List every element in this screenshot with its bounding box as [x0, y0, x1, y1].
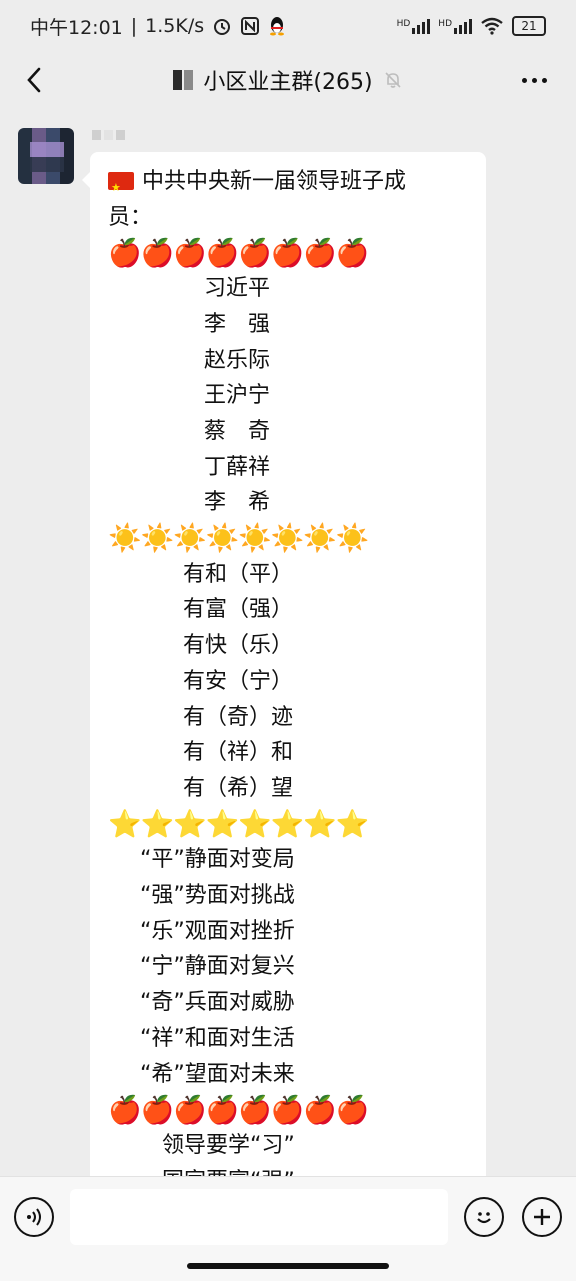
home-indicator[interactable]: [187, 1263, 389, 1269]
sun-emoji: ☀️: [303, 523, 337, 555]
wish-line: 有（祥）和: [183, 740, 294, 766]
sun-emoji: ☀️: [238, 523, 272, 555]
qq-penguin-icon: [270, 17, 285, 36]
message-bubble[interactable]: 中共中央新一届领导班子成 员： 🍎 🍎 🍎 🍎 🍎 🍎 🍎 🍎 习近平 李 强 …: [82, 152, 486, 1176]
tail-line: 国家要富“强”: [108, 1164, 468, 1176]
name-line: 李 强: [204, 311, 271, 337]
name-line: 丁薛祥: [204, 454, 271, 480]
nfc-icon: [241, 17, 260, 35]
sun-emoji: ☀️: [335, 523, 370, 555]
more-options-button[interactable]: [514, 62, 554, 98]
apple-emoji: 🍎: [303, 1094, 337, 1126]
title-mosaic: [173, 70, 194, 90]
name-line: 王沪宁: [204, 383, 271, 409]
apple-row: 🍎 🍎 🍎 🍎 🍎 🍎 🍎 🍎: [108, 1092, 468, 1128]
signal-icon: HD: [396, 18, 431, 34]
apple-emoji: 🍎: [173, 237, 207, 269]
wifi-icon: [481, 17, 503, 35]
apple-emoji: 🍎: [108, 1094, 142, 1126]
apple-emoji: 🍎: [303, 237, 337, 269]
sun-emoji: ☀️: [270, 523, 305, 555]
name-line: 李 希: [204, 490, 271, 516]
sender-name-mosaic: [92, 122, 125, 148]
apple-emoji: 🍎: [108, 237, 142, 269]
wish-line: 有（奇）迹: [183, 704, 294, 730]
message-input[interactable]: [70, 1189, 448, 1245]
back-button[interactable]: [14, 60, 54, 100]
name-line: 习近平: [204, 276, 271, 302]
status-left: 中午12:01 | 1.5K/s: [30, 13, 286, 40]
motto-line: “祥”和面对生活: [140, 1025, 295, 1051]
motto-line: “平”静面对变局: [140, 847, 295, 873]
smiley-icon: [477, 1212, 491, 1224]
star-emoji: ⭐: [303, 808, 337, 840]
more-dots-icon: [521, 77, 527, 83]
sun-emoji: ☀️: [108, 523, 142, 555]
apple-emoji: 🍎: [205, 1094, 240, 1126]
sun-row: ☀️ ☀️ ☀️ ☀️ ☀️ ☀️ ☀️ ☀️: [108, 521, 468, 557]
bell-muted-icon: [385, 72, 401, 88]
star-row: ⭐ ⭐ ⭐ ⭐ ⭐ ⭐ ⭐ ⭐: [108, 807, 468, 843]
motto-line: “强”势面对挑战: [140, 883, 295, 909]
apple-emoji: 🍎: [238, 1094, 272, 1126]
star-emoji: ⭐: [205, 808, 240, 840]
chat-header: 小区业主群(265): [0, 52, 576, 108]
chat-title-group: 小区业主群(265): [173, 64, 402, 96]
motto-line: “奇”兵面对威胁: [140, 990, 295, 1016]
apple-emoji: 🍎: [205, 237, 240, 269]
voice-icon: [27, 1208, 41, 1226]
status-separator: |: [130, 15, 138, 37]
star-emoji: ⭐: [335, 808, 370, 840]
star-emoji: ⭐: [173, 808, 207, 840]
motto-line: “乐”观面对挫折: [140, 918, 295, 944]
signal1-label: HD: [396, 18, 411, 29]
apple-emoji: 🍎: [270, 237, 305, 269]
network-speed: 1.5K/s: [145, 15, 205, 37]
sun-emoji: ☀️: [205, 523, 240, 555]
motto-line: “宁”静面对复兴: [140, 954, 295, 980]
alarm-icon: [214, 19, 231, 35]
status-right: HD HD 21: [397, 16, 546, 36]
apple-emoji: 🍎: [140, 1094, 175, 1126]
signal2-label: HD: [438, 18, 452, 29]
motto-line: “希”望面对未来: [140, 1061, 295, 1087]
wish-line: 有（希）望: [183, 775, 294, 801]
signal-icon-2: HD: [438, 18, 472, 34]
sun-emoji: ☀️: [140, 523, 175, 555]
message-line: 中共中央新一届领导班子成: [108, 164, 468, 206]
wish-line: 有安（宁）: [183, 668, 294, 694]
apple-emoji: 🍎: [270, 1094, 305, 1126]
chat-area[interactable]: 中共中央新一届领导班子成 员： 🍎 🍎 🍎 🍎 🍎 🍎 🍎 🍎 习近平 李 强 …: [0, 108, 576, 1176]
apple-emoji: 🍎: [335, 1094, 370, 1126]
star-emoji: ⭐: [238, 808, 272, 840]
wish-line: 有快（乐）: [183, 633, 294, 659]
avatar[interactable]: [18, 128, 74, 184]
star-emoji: ⭐: [270, 808, 305, 840]
apple-emoji: 🍎: [173, 1094, 207, 1126]
apple-emoji: 🍎: [238, 237, 272, 269]
header-text-1: 中共中央新一届领导班子成: [142, 169, 407, 194]
apple-emoji: 🍎: [140, 237, 175, 269]
plus-button[interactable]: [522, 1197, 562, 1237]
message-line: 员：: [108, 204, 153, 230]
wish-line: 有富（强）: [183, 597, 294, 623]
star-emoji: ⭐: [108, 808, 142, 840]
sun-emoji: ☀️: [173, 523, 207, 555]
status-bar: 中午12:01 | 1.5K/s HD HD 21: [0, 0, 576, 52]
voice-button[interactable]: [14, 1197, 54, 1237]
name-line: 蔡 奇: [204, 418, 271, 444]
china-flag-icon: [108, 170, 134, 206]
name-line: 赵乐际: [204, 347, 271, 373]
apple-row: 🍎 🍎 🍎 🍎 🍎 🍎 🍎 🍎: [108, 235, 468, 271]
back-chevron-icon: [27, 67, 41, 93]
wish-line: 有和（平）: [183, 561, 294, 587]
battery-indicator: 21: [512, 16, 546, 36]
emoji-button[interactable]: [464, 1197, 504, 1237]
apple-emoji: 🍎: [335, 237, 370, 269]
tail-line: 领导要学“习”: [162, 1132, 295, 1158]
star-emoji: ⭐: [140, 808, 175, 840]
status-time: 中午12:01: [30, 16, 123, 39]
plus-icon: [534, 1209, 550, 1225]
chat-title: 小区业主群(265): [203, 70, 373, 95]
